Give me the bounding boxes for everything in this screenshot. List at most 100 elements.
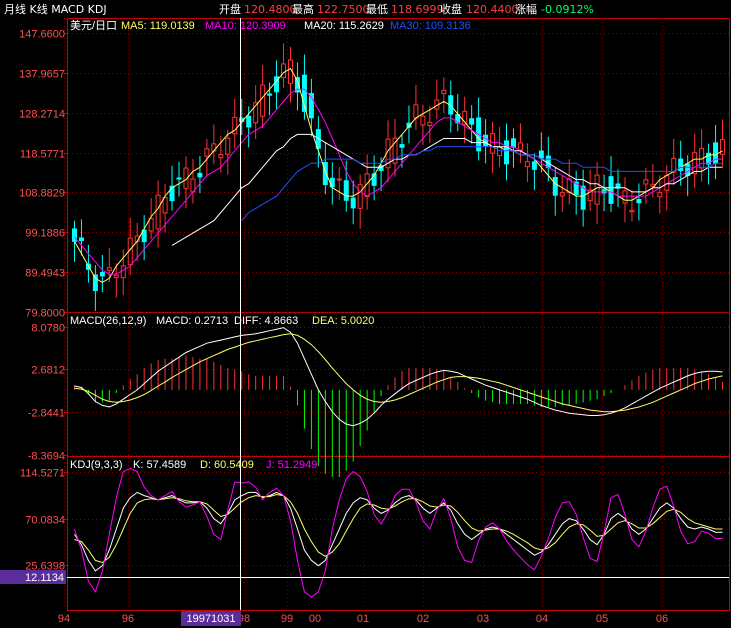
candle-body bbox=[281, 63, 287, 79]
x-axis: 94 96 98 99 00 01 02 03 04 05 06 bbox=[58, 613, 668, 625]
kdj-legend-j: J: 51.2949 bbox=[266, 459, 317, 471]
candle-body bbox=[106, 267, 112, 271]
candle-body bbox=[441, 89, 447, 95]
legend-ma30: MA30: 109.3136 bbox=[390, 20, 471, 32]
grid-lines bbox=[64, 18, 729, 610]
candle-body bbox=[552, 177, 558, 196]
y-tick-label: 108.8829 bbox=[19, 188, 65, 200]
x-tick-label: 99 bbox=[281, 613, 293, 625]
change-value: -0.0912% bbox=[541, 3, 594, 16]
y-tick-label: 137.9657 bbox=[19, 69, 65, 81]
x-tick-label: 02 bbox=[417, 613, 429, 625]
series-line-d bbox=[74, 493, 723, 564]
candle-body bbox=[643, 179, 649, 185]
candle-body bbox=[413, 104, 419, 119]
kdj-legend-d: D: 60.5409 bbox=[200, 459, 254, 471]
candle-body bbox=[162, 196, 168, 214]
candle-body bbox=[155, 194, 161, 230]
low-label: 最低 bbox=[366, 3, 388, 16]
macd-legend-dea: DEA: 5.0020 bbox=[312, 315, 374, 327]
y-tick-label: -8.3694 bbox=[28, 451, 65, 463]
candle-body bbox=[336, 178, 342, 181]
candle-body bbox=[510, 138, 516, 148]
candle-body bbox=[483, 134, 489, 147]
window-title: 月线 K线 MACD KDJ bbox=[4, 2, 107, 16]
y-tick-label: -2.8441 bbox=[28, 408, 65, 420]
candle-body bbox=[629, 210, 635, 213]
macd-axis: 8.0780 2.6812 -2.8441 -8.3694 bbox=[28, 323, 68, 463]
candle-body bbox=[148, 218, 154, 232]
candle-body bbox=[601, 189, 607, 194]
change-label: 涨幅 bbox=[515, 3, 537, 16]
candle-body bbox=[420, 115, 426, 126]
candle-body bbox=[524, 161, 530, 168]
legend-ma20: MA20: 115.2629 bbox=[304, 20, 384, 32]
legend-ma10: MA10: 120.3909 bbox=[205, 20, 286, 32]
candle-body bbox=[225, 137, 231, 155]
x-tick-label: 00 bbox=[309, 613, 321, 625]
y-tick-label: 118.5771 bbox=[20, 149, 65, 161]
candle-body bbox=[497, 146, 503, 157]
candle-body bbox=[469, 118, 475, 125]
open-value: 120.4800 bbox=[244, 3, 297, 16]
candle-body bbox=[566, 178, 572, 193]
cursor-value: 12.1134 bbox=[25, 572, 64, 584]
low-value: 118.6999 bbox=[391, 3, 444, 16]
candle-body bbox=[580, 185, 586, 210]
y-tick-label: 79.8000 bbox=[25, 308, 65, 320]
y-tick-label: 147.6600 bbox=[19, 29, 65, 41]
candle-body bbox=[657, 192, 663, 198]
y-tick-label: 8.0780 bbox=[31, 323, 65, 335]
candle-body bbox=[685, 163, 691, 176]
y-tick-label: 99.1886 bbox=[25, 228, 65, 240]
candle-body bbox=[260, 84, 266, 117]
candle-body bbox=[559, 192, 565, 197]
kdj-axis: 114.527170.083425.6398 bbox=[20, 468, 68, 573]
candle-body bbox=[99, 272, 105, 277]
x-tick-label: 96 bbox=[122, 613, 134, 625]
candle-body bbox=[78, 237, 84, 242]
high-value: 122.7500 bbox=[317, 3, 370, 16]
candle-body bbox=[622, 190, 628, 204]
price-legend: 美元/日口 MA5: 119.0139 MA10: 120.3909 MA20:… bbox=[70, 19, 471, 32]
x-tick-label: 06 bbox=[656, 613, 668, 625]
x-tick-label: 94 bbox=[58, 613, 70, 625]
candle-body bbox=[427, 121, 433, 127]
candle-body bbox=[636, 198, 642, 204]
y-tick-label: 89.4943 bbox=[25, 268, 65, 280]
macd-legend-diff: DIFF: 4.8663 bbox=[234, 315, 298, 327]
price-panel-frame bbox=[67, 18, 730, 313]
candle-body bbox=[594, 174, 600, 205]
candle-body bbox=[246, 115, 252, 128]
candle-body bbox=[204, 148, 210, 157]
candle-body bbox=[517, 142, 523, 151]
candle-body bbox=[538, 150, 544, 159]
candle-body bbox=[176, 177, 182, 180]
x-tick-label: 01 bbox=[357, 613, 369, 625]
candle-body bbox=[113, 274, 119, 279]
quote-bar: 开盘 120.4800 最高 122.7500 最低 118.6999 收盘 1… bbox=[219, 2, 594, 16]
chart-canvas: 月线 K线 MACD KDJ 开盘 120.4800 最高 122.7500 最… bbox=[0, 2, 730, 626]
y-tick-label: 70.0834 bbox=[25, 515, 65, 527]
kdj-legend-k: K: 57.4589 bbox=[133, 459, 186, 471]
candle-body bbox=[218, 154, 224, 159]
candle-body bbox=[692, 152, 698, 175]
macd-legend-name: MACD(26,12,9) bbox=[70, 315, 146, 327]
candlesticks bbox=[71, 43, 726, 311]
candle-body bbox=[92, 274, 98, 291]
kdj-legend: KDJ(9,3,3) K: 57.4589 D: 60.5409 J: 51.2… bbox=[70, 459, 317, 471]
macd-legend: MACD(26,12,9) MACD: 0.2713 DIFF: 4.8663 … bbox=[70, 315, 374, 327]
candle-body bbox=[531, 161, 537, 170]
x-tick-label: 03 bbox=[477, 613, 489, 625]
legend-symbol: 美元/日口 bbox=[70, 19, 117, 32]
kdj-legend-name: KDJ(9,3,3) bbox=[70, 459, 123, 471]
high-label: 最高 bbox=[292, 2, 314, 16]
close-value: 120.4400 bbox=[466, 3, 519, 16]
open-label: 开盘 bbox=[219, 2, 241, 16]
candle-body bbox=[399, 144, 405, 148]
x-tick-label: 05 bbox=[596, 613, 608, 625]
candle-body bbox=[343, 180, 349, 201]
y-tick-label: 114.5271 bbox=[20, 468, 65, 480]
price-axis: 147.6600 137.9657 128.2714 118.5771 108.8829… bbox=[19, 29, 68, 320]
x-tick-label: 04 bbox=[536, 613, 548, 625]
